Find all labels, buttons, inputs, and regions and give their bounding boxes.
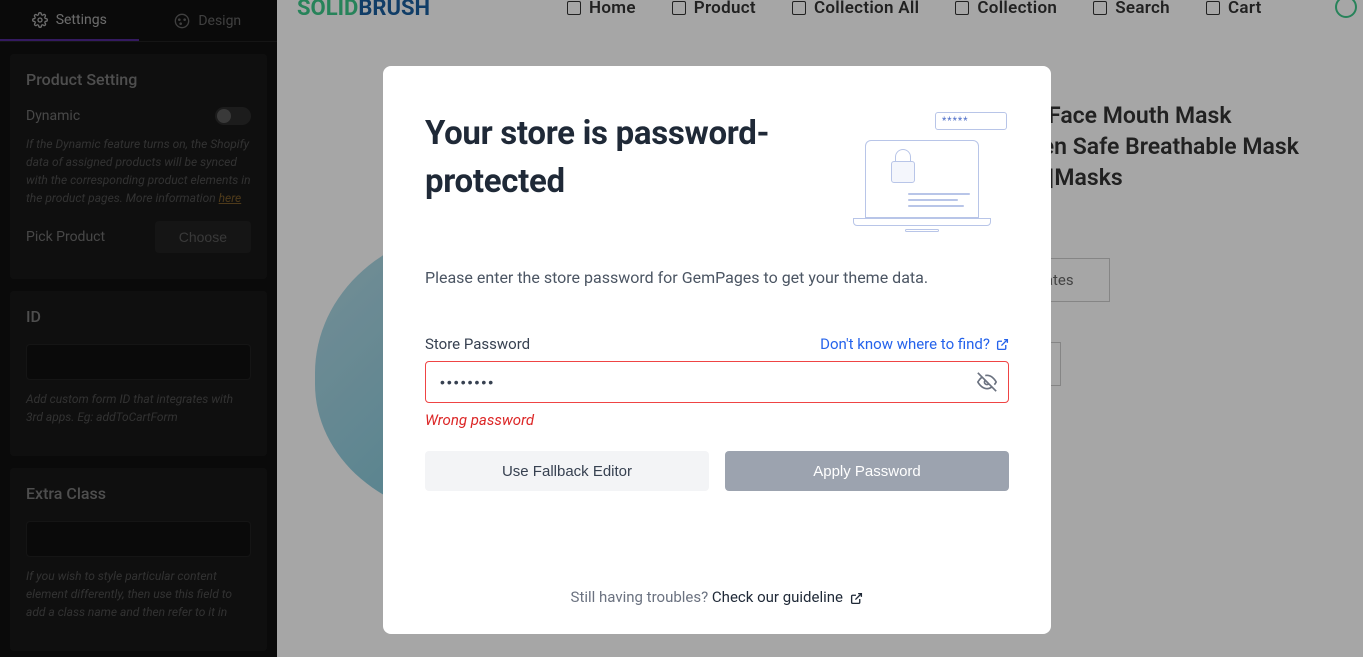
nav-collection-all[interactable]: Collection All bbox=[792, 0, 919, 18]
nav-search[interactable]: Search bbox=[1093, 0, 1170, 18]
search-icon[interactable] bbox=[1335, 0, 1357, 18]
external-link-icon bbox=[850, 592, 863, 605]
panel-product-setting: Product Setting Dynamic If the Dynamic f… bbox=[10, 54, 267, 279]
extra-class-help-text: If you wish to style particular content … bbox=[26, 567, 251, 621]
square-icon bbox=[955, 1, 969, 15]
modal-description: Please enter the store password for GemP… bbox=[425, 268, 1009, 287]
panel-extra-class-title: Extra Class bbox=[26, 484, 251, 503]
extra-class-input[interactable] bbox=[26, 521, 251, 557]
logo: SOLIDBRUSH bbox=[297, 0, 430, 21]
store-password-input[interactable] bbox=[425, 361, 1009, 403]
find-password-link[interactable]: Don't know where to find? bbox=[820, 335, 1009, 353]
choose-button[interactable]: Choose bbox=[155, 221, 251, 253]
fallback-editor-button[interactable]: Use Fallback Editor bbox=[425, 451, 709, 491]
square-icon bbox=[672, 1, 686, 15]
square-icon bbox=[1093, 1, 1107, 15]
panel-title: Product Setting bbox=[26, 70, 251, 89]
eye-off-icon[interactable] bbox=[977, 372, 997, 392]
guideline-link[interactable]: Check our guideline bbox=[712, 588, 864, 606]
palette-icon bbox=[174, 13, 190, 29]
password-box-illustration: ***** bbox=[935, 112, 1007, 130]
pick-product-label: Pick Product bbox=[26, 229, 105, 245]
modal-footer: Still having troubles? Check our guideli… bbox=[425, 588, 1009, 606]
top-nav: SOLIDBRUSH Home Product Collection All C… bbox=[277, 0, 1363, 18]
nav-collection[interactable]: Collection bbox=[955, 0, 1057, 18]
tab-settings[interactable]: Settings bbox=[0, 0, 139, 41]
here-link[interactable]: here bbox=[219, 191, 242, 205]
nav-home[interactable]: Home bbox=[567, 0, 636, 18]
tab-design[interactable]: Design bbox=[139, 0, 278, 41]
password-field-label: Store Password bbox=[425, 335, 530, 353]
nav-product[interactable]: Product bbox=[672, 0, 756, 18]
dynamic-toggle[interactable] bbox=[215, 107, 251, 125]
nav-cart[interactable]: Cart bbox=[1206, 0, 1262, 18]
tab-design-label: Design bbox=[198, 13, 241, 29]
id-help-text: Add custom form ID that integrates with … bbox=[26, 390, 251, 426]
dynamic-label: Dynamic bbox=[26, 108, 80, 124]
dynamic-help-text: If the Dynamic feature turns on, the Sho… bbox=[26, 135, 251, 207]
gear-icon bbox=[32, 12, 48, 28]
sidebar-tabs: Settings Design bbox=[0, 0, 277, 42]
square-icon bbox=[1206, 1, 1220, 15]
id-input[interactable] bbox=[26, 344, 251, 380]
sidebar: Settings Design Product Setting Dynamic … bbox=[0, 0, 277, 657]
lock-illustration: ***** bbox=[849, 110, 1009, 240]
modal-title: Your store is password-protected bbox=[425, 110, 849, 206]
panel-id: ID Add custom form ID that integrates wi… bbox=[10, 291, 267, 456]
external-link-icon bbox=[996, 338, 1009, 351]
password-modal: Your store is password-protected ***** P… bbox=[383, 66, 1051, 634]
nav-items: Home Product Collection All Collection S… bbox=[567, 0, 1262, 18]
error-message: Wrong password bbox=[425, 411, 1009, 429]
panel-id-title: ID bbox=[26, 307, 251, 326]
tab-settings-label: Settings bbox=[56, 12, 107, 28]
panel-extra-class: Extra Class If you wish to style particu… bbox=[10, 468, 267, 651]
apply-password-button[interactable]: Apply Password bbox=[725, 451, 1009, 491]
square-icon bbox=[567, 1, 581, 15]
square-icon bbox=[792, 1, 806, 15]
